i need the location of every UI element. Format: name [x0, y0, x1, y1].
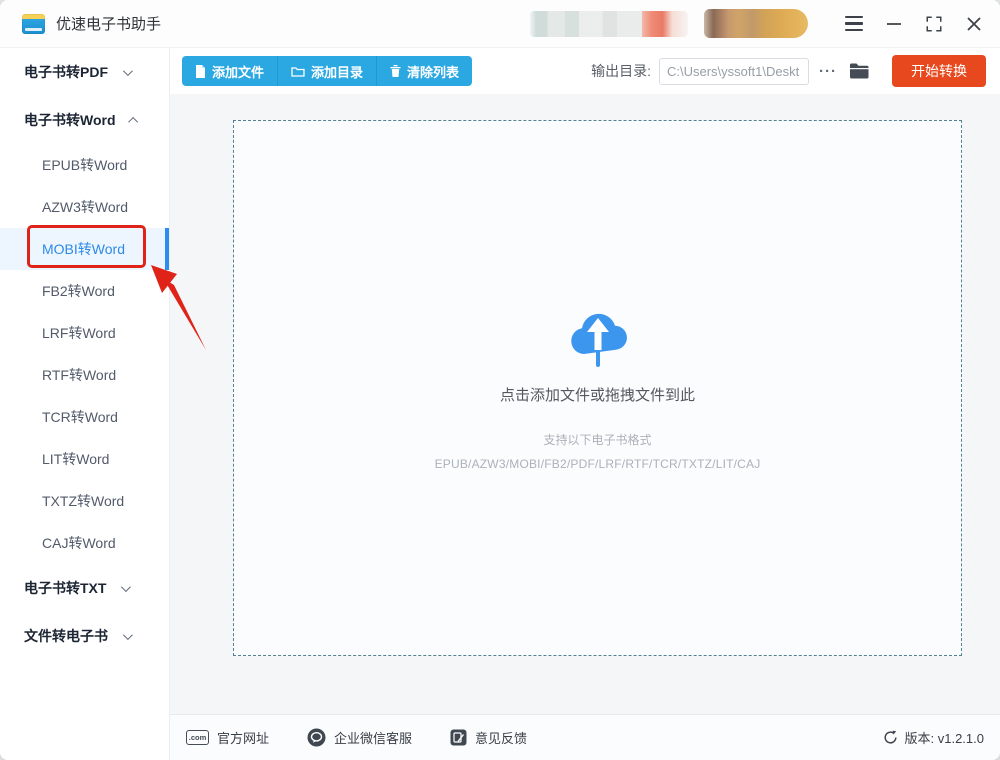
official-website-link[interactable]: .com 官方网址 — [186, 728, 269, 747]
app-window: 优速电子书助手 电子书转PDF 电子书转Word EPUB转Word AZ — [0, 0, 1000, 760]
titlebar: 优速电子书助手 — [0, 0, 1000, 48]
cloud-upload-icon — [560, 306, 636, 370]
clear-list-label: 清除列表 — [407, 62, 459, 81]
main-content: 点击添加文件或拖拽文件到此 支持以下电子书格式 EPUB/AZW3/MOBI/F… — [170, 94, 1000, 714]
feedback-icon — [450, 729, 467, 746]
refresh-icon[interactable] — [883, 730, 898, 745]
dropzone-supported-title: 支持以下电子书格式 — [543, 431, 651, 448]
redacted-text-blur — [530, 11, 688, 37]
file-actions-group: 添加文件 添加目录 清除列表 — [182, 56, 472, 86]
output-dir-label: 输出目录: — [591, 61, 651, 81]
sidebar-item-lit-to-word[interactable]: LIT转Word — [0, 438, 169, 480]
minimize-button[interactable] — [880, 9, 908, 39]
output-settings: 输出目录: ··· 开始转换 — [591, 55, 986, 87]
add-folder-label: 添加目录 — [311, 62, 363, 81]
version-label: 版本: v1.2.1.0 — [905, 728, 984, 747]
minimize-icon — [885, 15, 903, 33]
feedback-label: 意见反馈 — [475, 728, 527, 747]
wechat-support-label: 企业微信客服 — [334, 728, 412, 747]
chevron-down-icon — [123, 66, 133, 76]
section-label: 电子书转PDF — [24, 62, 108, 82]
sidebar-section-file-to-ebook[interactable]: 文件转电子书 — [0, 612, 169, 660]
official-website-label: 官方网址 — [217, 728, 269, 747]
file-dropzone[interactable]: 点击添加文件或拖拽文件到此 支持以下电子书格式 EPUB/AZW3/MOBI/F… — [233, 120, 962, 656]
wechat-service-icon — [307, 728, 326, 747]
sidebar-item-epub-to-word[interactable]: EPUB转Word — [0, 144, 169, 186]
sidebar-section-ebook-to-word[interactable]: 电子书转Word — [0, 96, 169, 144]
sidebar-item-txtz-to-word[interactable]: TXTZ转Word — [0, 480, 169, 522]
chevron-up-icon — [128, 116, 138, 126]
app-logo-icon — [22, 14, 45, 34]
chevron-down-icon — [121, 582, 131, 592]
file-icon — [195, 65, 206, 78]
chevron-down-icon — [123, 630, 133, 640]
dot-com-icon: .com — [186, 730, 209, 745]
menu-button[interactable] — [840, 9, 868, 39]
sidebar-item-caj-to-word[interactable]: CAJ转Word — [0, 522, 169, 564]
dark-folder-icon — [849, 63, 870, 79]
main-toolbar: 添加文件 添加目录 清除列表 输出目录: ··· 开始转换 — [170, 48, 1000, 94]
close-icon — [966, 16, 982, 32]
footer: .com 官方网址 企业微信客服 意见反馈 版本: v1.2.1 — [170, 714, 1000, 760]
output-dir-input[interactable] — [659, 58, 809, 85]
section-label: 电子书转Word — [24, 110, 116, 130]
sidebar-item-tcr-to-word[interactable]: TCR转Word — [0, 396, 169, 438]
add-file-label: 添加文件 — [212, 62, 264, 81]
maximize-button[interactable] — [920, 9, 948, 39]
sidebar-item-rtf-to-word[interactable]: RTF转Word — [0, 354, 169, 396]
app-title: 优速电子书助手 — [56, 13, 161, 34]
wechat-support-link[interactable]: 企业微信客服 — [307, 728, 412, 747]
close-button[interactable] — [960, 9, 988, 39]
feedback-link[interactable]: 意见反馈 — [450, 728, 527, 747]
sidebar: 电子书转PDF 电子书转Word EPUB转Word AZW3转Word MOB… — [0, 48, 170, 760]
section-label: 电子书转TXT — [24, 578, 106, 598]
hamburger-icon — [845, 16, 863, 31]
redacted-badge-blur — [704, 9, 808, 38]
sidebar-item-azw3-to-word[interactable]: AZW3转Word — [0, 186, 169, 228]
section-label: 文件转电子书 — [24, 626, 108, 646]
dropzone-hint: 点击添加文件或拖拽文件到此 — [500, 384, 695, 405]
start-convert-button[interactable]: 开始转换 — [892, 55, 986, 87]
maximize-icon — [925, 15, 943, 33]
open-output-folder-button[interactable] — [849, 63, 870, 79]
sidebar-section-ebook-to-txt[interactable]: 电子书转TXT — [0, 564, 169, 612]
dropzone-supported-formats: EPUB/AZW3/MOBI/FB2/PDF/LRF/RTF/TCR/TXTZ/… — [435, 457, 761, 471]
trash-icon — [390, 65, 401, 77]
add-folder-button[interactable]: 添加目录 — [277, 56, 376, 86]
sidebar-item-mobi-to-word[interactable]: MOBI转Word — [0, 228, 169, 270]
sidebar-item-fb2-to-word[interactable]: FB2转Word — [0, 270, 169, 312]
version-info: 版本: v1.2.1.0 — [883, 728, 984, 747]
sidebar-item-lrf-to-word[interactable]: LRF转Word — [0, 312, 169, 354]
sidebar-section-ebook-to-pdf[interactable]: 电子书转PDF — [0, 48, 169, 96]
browse-more-button[interactable]: ··· — [817, 60, 839, 83]
folder-icon — [291, 66, 305, 77]
clear-list-button[interactable]: 清除列表 — [376, 56, 472, 86]
add-file-button[interactable]: 添加文件 — [182, 56, 277, 86]
